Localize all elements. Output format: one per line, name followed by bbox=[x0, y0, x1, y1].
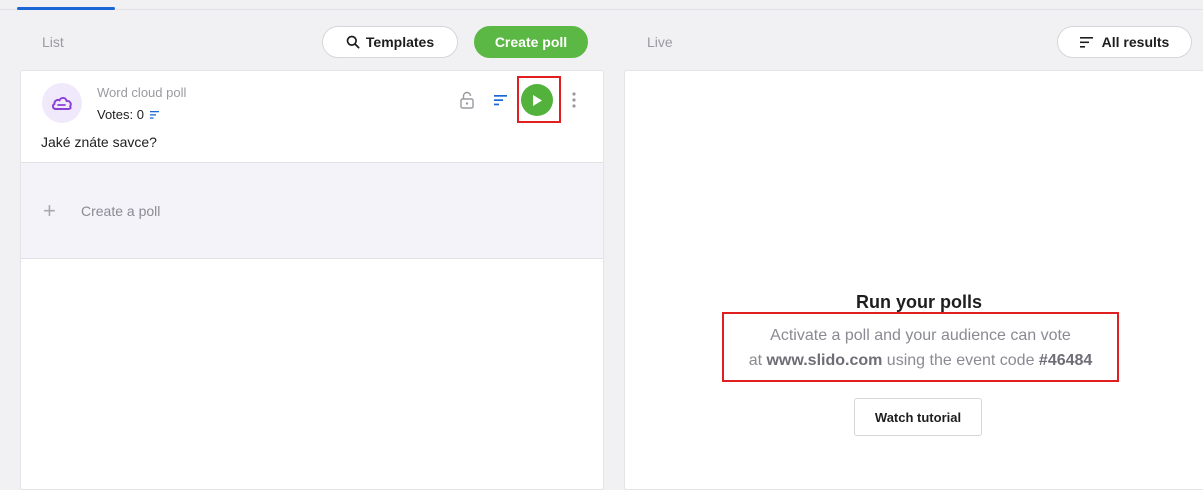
watch-tutorial-button[interactable]: Watch tutorial bbox=[854, 398, 982, 436]
unlocked-lock-icon bbox=[460, 91, 474, 109]
results-icon bbox=[494, 95, 507, 106]
poll-type-label: Word cloud poll bbox=[97, 85, 187, 100]
create-poll-button[interactable]: Create poll bbox=[474, 26, 588, 58]
activate-poll-button[interactable] bbox=[521, 84, 553, 116]
all-results-button[interactable]: All results bbox=[1057, 26, 1192, 58]
top-tab-strip bbox=[0, 0, 1203, 10]
active-tab-indicator bbox=[17, 7, 115, 10]
show-results-button[interactable] bbox=[492, 92, 510, 108]
event-code: #46484 bbox=[1038, 352, 1093, 369]
templates-button[interactable]: Templates bbox=[322, 26, 458, 58]
poll-question: Jaké znáte savce? bbox=[41, 134, 157, 150]
instructions-line-1: Activate a poll and your audience can vo… bbox=[770, 327, 1071, 344]
list-header: List bbox=[42, 26, 64, 58]
lock-button[interactable] bbox=[458, 90, 476, 110]
list-title: List bbox=[42, 34, 64, 50]
results-lines-icon bbox=[149, 110, 159, 119]
more-options-button[interactable] bbox=[568, 90, 580, 110]
live-panel: Run your polls Activate a poll and your … bbox=[624, 70, 1203, 490]
all-results-label: All results bbox=[1101, 34, 1170, 50]
instructions-middle: using the event code bbox=[882, 352, 1039, 369]
poll-list-panel: Word cloud poll Votes: 0 Jaké znáte savc… bbox=[20, 70, 604, 490]
instructions-prefix: at bbox=[748, 352, 767, 369]
create-poll-row-label: Create a poll bbox=[81, 202, 161, 219]
instructions-line-2: at www.slido.com using the event code #4… bbox=[722, 352, 1119, 370]
play-icon bbox=[533, 94, 542, 106]
search-icon bbox=[346, 35, 360, 49]
poll-type-avatar bbox=[42, 83, 82, 123]
votes-count: Votes: 0 bbox=[97, 107, 144, 122]
event-site: www.slido.com bbox=[766, 352, 883, 369]
poll-item[interactable]: Word cloud poll Votes: 0 Jaké znáte savc… bbox=[21, 71, 603, 163]
templates-label: Templates bbox=[365, 34, 435, 50]
live-header: Live bbox=[647, 26, 673, 58]
live-title: Live bbox=[647, 34, 673, 50]
more-vertical-icon bbox=[572, 92, 576, 108]
word-cloud-icon bbox=[52, 96, 72, 110]
create-poll-row[interactable]: + Create a poll bbox=[21, 163, 603, 259]
empty-state-title: Run your polls bbox=[856, 292, 982, 312]
instructions-highlight bbox=[722, 312, 1119, 382]
sort-lines-icon bbox=[1079, 36, 1093, 48]
plus-icon: + bbox=[43, 197, 56, 223]
create-poll-label: Create poll bbox=[494, 34, 568, 50]
poll-votes: Votes: 0 bbox=[97, 107, 159, 122]
tab-track bbox=[0, 9, 1203, 10]
